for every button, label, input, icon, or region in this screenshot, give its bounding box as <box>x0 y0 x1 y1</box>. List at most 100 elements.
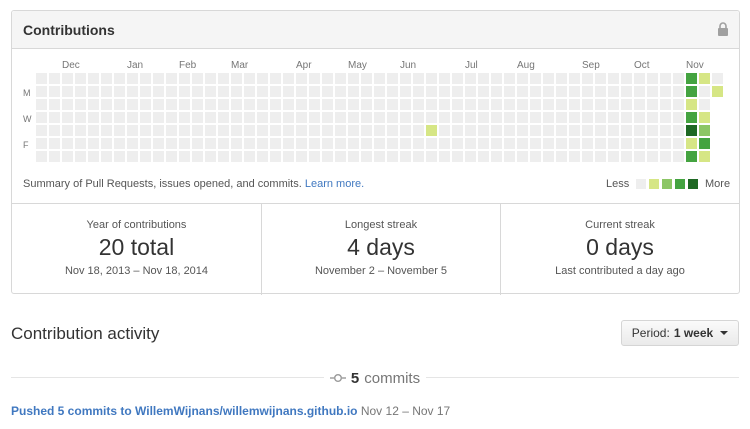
calendar-day-cell[interactable] <box>192 151 203 162</box>
calendar-day-cell[interactable] <box>153 73 164 84</box>
calendar-day-cell[interactable] <box>335 73 346 84</box>
calendar-day-cell[interactable] <box>205 86 216 97</box>
calendar-day-cell[interactable] <box>517 125 528 136</box>
calendar-day-cell[interactable] <box>543 99 554 110</box>
calendar-day-cell[interactable] <box>556 99 567 110</box>
calendar-day-cell[interactable] <box>426 99 437 110</box>
calendar-day-cell[interactable] <box>673 151 684 162</box>
calendar-day-cell[interactable] <box>309 125 320 136</box>
calendar-day-cell[interactable] <box>452 99 463 110</box>
calendar-day-cell[interactable] <box>348 73 359 84</box>
calendar-day-cell[interactable] <box>686 112 697 123</box>
calendar-day-cell[interactable] <box>439 138 450 149</box>
calendar-day-cell[interactable] <box>686 86 697 97</box>
calendar-day-cell[interactable] <box>153 99 164 110</box>
calendar-day-cell[interactable] <box>439 125 450 136</box>
calendar-day-cell[interactable] <box>452 73 463 84</box>
calendar-day-cell[interactable] <box>543 73 554 84</box>
calendar-day-cell[interactable] <box>686 73 697 84</box>
calendar-day-cell[interactable] <box>517 112 528 123</box>
calendar-day-cell[interactable] <box>478 73 489 84</box>
calendar-day-cell[interactable] <box>504 151 515 162</box>
calendar-day-cell[interactable] <box>166 86 177 97</box>
calendar-day-cell[interactable] <box>140 86 151 97</box>
calendar-day-cell[interactable] <box>556 73 567 84</box>
calendar-day-cell[interactable] <box>569 125 580 136</box>
calendar-day-cell[interactable] <box>621 86 632 97</box>
calendar-day-cell[interactable] <box>556 125 567 136</box>
calendar-day-cell[interactable] <box>296 86 307 97</box>
calendar-day-cell[interactable] <box>335 151 346 162</box>
calendar-day-cell[interactable] <box>387 73 398 84</box>
calendar-day-cell[interactable] <box>127 151 138 162</box>
calendar-day-cell[interactable] <box>699 112 710 123</box>
calendar-day-cell[interactable] <box>699 151 710 162</box>
calendar-day-cell[interactable] <box>504 112 515 123</box>
calendar-day-cell[interactable] <box>140 73 151 84</box>
calendar-day-cell[interactable] <box>322 86 333 97</box>
calendar-day-cell[interactable] <box>49 73 60 84</box>
calendar-day-cell[interactable] <box>621 112 632 123</box>
calendar-day-cell[interactable] <box>205 112 216 123</box>
calendar-day-cell[interactable] <box>283 125 294 136</box>
calendar-day-cell[interactable] <box>218 73 229 84</box>
calendar-day-cell[interactable] <box>439 73 450 84</box>
calendar-day-cell[interactable] <box>114 125 125 136</box>
calendar-day-cell[interactable] <box>179 73 190 84</box>
calendar-day-cell[interactable] <box>218 99 229 110</box>
calendar-day-cell[interactable] <box>296 151 307 162</box>
calendar-day-cell[interactable] <box>62 125 73 136</box>
calendar-day-cell[interactable] <box>140 112 151 123</box>
calendar-day-cell[interactable] <box>296 125 307 136</box>
calendar-day-cell[interactable] <box>283 99 294 110</box>
calendar-day-cell[interactable] <box>257 86 268 97</box>
calendar-day-cell[interactable] <box>101 125 112 136</box>
calendar-day-cell[interactable] <box>530 99 541 110</box>
calendar-day-cell[interactable] <box>270 112 281 123</box>
calendar-day-cell[interactable] <box>621 138 632 149</box>
calendar-day-cell[interactable] <box>231 112 242 123</box>
calendar-day-cell[interactable] <box>101 73 112 84</box>
calendar-day-cell[interactable] <box>530 112 541 123</box>
calendar-day-cell[interactable] <box>231 99 242 110</box>
calendar-day-cell[interactable] <box>673 138 684 149</box>
calendar-day-cell[interactable] <box>140 138 151 149</box>
calendar-day-cell[interactable] <box>569 151 580 162</box>
calendar-day-cell[interactable] <box>127 86 138 97</box>
calendar-day-cell[interactable] <box>335 86 346 97</box>
calendar-day-cell[interactable] <box>582 99 593 110</box>
calendar-day-cell[interactable] <box>569 112 580 123</box>
calendar-day-cell[interactable] <box>296 138 307 149</box>
calendar-day-cell[interactable] <box>582 112 593 123</box>
calendar-day-cell[interactable] <box>595 125 606 136</box>
calendar-day-cell[interactable] <box>517 99 528 110</box>
calendar-day-cell[interactable] <box>335 99 346 110</box>
calendar-day-cell[interactable] <box>465 86 476 97</box>
calendar-day-cell[interactable] <box>49 112 60 123</box>
calendar-day-cell[interactable] <box>426 138 437 149</box>
calendar-day-cell[interactable] <box>244 73 255 84</box>
calendar-day-cell[interactable] <box>387 99 398 110</box>
calendar-day-cell[interactable] <box>127 73 138 84</box>
calendar-day-cell[interactable] <box>400 125 411 136</box>
calendar-day-cell[interactable] <box>634 99 645 110</box>
calendar-day-cell[interactable] <box>205 151 216 162</box>
calendar-day-cell[interactable] <box>634 125 645 136</box>
calendar-day-cell[interactable] <box>361 99 372 110</box>
calendar-day-cell[interactable] <box>699 138 710 149</box>
calendar-day-cell[interactable] <box>257 138 268 149</box>
calendar-day-cell[interactable] <box>400 112 411 123</box>
calendar-day-cell[interactable] <box>101 138 112 149</box>
calendar-day-cell[interactable] <box>660 138 671 149</box>
calendar-day-cell[interactable] <box>231 86 242 97</box>
calendar-day-cell[interactable] <box>478 99 489 110</box>
calendar-day-cell[interactable] <box>556 86 567 97</box>
calendar-day-cell[interactable] <box>218 151 229 162</box>
calendar-day-cell[interactable] <box>400 151 411 162</box>
calendar-day-cell[interactable] <box>153 86 164 97</box>
calendar-day-cell[interactable] <box>504 73 515 84</box>
calendar-day-cell[interactable] <box>309 99 320 110</box>
calendar-day-cell[interactable] <box>621 151 632 162</box>
calendar-day-cell[interactable] <box>101 99 112 110</box>
calendar-day-cell[interactable] <box>608 73 619 84</box>
